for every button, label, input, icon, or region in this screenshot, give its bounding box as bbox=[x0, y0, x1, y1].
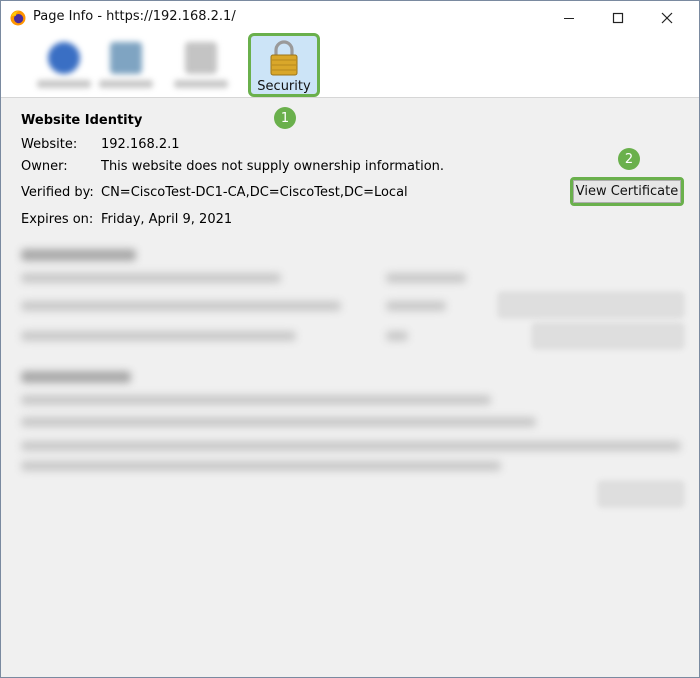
view-certificate-label: View Certificate bbox=[573, 180, 681, 203]
tab-general[interactable] bbox=[29, 36, 99, 98]
callout-badge-2: 2 bbox=[618, 148, 640, 170]
technical-details-heading bbox=[21, 371, 131, 383]
technical-details-line bbox=[21, 417, 536, 427]
tab-permissions[interactable] bbox=[166, 36, 236, 98]
general-icon bbox=[48, 42, 80, 74]
window-title: Page Info - https://192.168.2.1/ bbox=[33, 9, 236, 24]
title-bar[interactable]: Page Info - https://192.168.2.1/ bbox=[1, 1, 699, 34]
view-certificate-button[interactable]: View Certificate bbox=[570, 177, 684, 206]
verified-by-value: CN=CiscoTest-DC1-CA,DC=CiscoTest,DC=Loca… bbox=[101, 185, 408, 200]
minimize-button[interactable] bbox=[546, 1, 592, 34]
page-info-toolbar bbox=[1, 34, 699, 98]
technical-details-line bbox=[21, 395, 491, 405]
privacy-history-heading bbox=[21, 249, 136, 261]
clear-cookies-button[interactable] bbox=[498, 292, 684, 318]
tab-security[interactable]: Security bbox=[248, 33, 320, 97]
page-info-window: Page Info - https://192.168.2.1/ Securit… bbox=[0, 0, 700, 678]
help-button[interactable] bbox=[598, 481, 684, 507]
privacy-row-value bbox=[386, 301, 446, 311]
callout-badge-1: 1 bbox=[274, 107, 296, 129]
owner-value: This website does not supply ownership i… bbox=[101, 159, 445, 174]
expires-on-value: Friday, April 9, 2021 bbox=[101, 212, 233, 227]
tab-media-label bbox=[99, 80, 153, 88]
website-value: 192.168.2.1 bbox=[101, 137, 180, 152]
website-identity-heading: Website Identity bbox=[21, 113, 143, 128]
tab-general-label bbox=[37, 80, 91, 88]
owner-label: Owner: bbox=[21, 159, 68, 174]
tab-security-label: Security bbox=[257, 79, 311, 94]
tab-permissions-label bbox=[174, 80, 228, 88]
media-icon bbox=[110, 42, 142, 74]
privacy-row-value bbox=[386, 331, 408, 341]
close-button[interactable] bbox=[644, 1, 690, 34]
website-label: Website: bbox=[21, 137, 78, 152]
expires-on-label: Expires on: bbox=[21, 212, 94, 227]
privacy-row-value bbox=[386, 273, 466, 283]
technical-details-line bbox=[21, 441, 681, 451]
privacy-row-text bbox=[21, 301, 341, 311]
firefox-icon bbox=[10, 10, 26, 26]
verified-by-label: Verified by: bbox=[21, 185, 94, 200]
tab-media[interactable] bbox=[91, 36, 161, 98]
minimize-icon bbox=[564, 17, 574, 19]
maximize-button[interactable] bbox=[595, 1, 641, 34]
close-icon bbox=[661, 12, 673, 23]
view-saved-passwords-button[interactable] bbox=[532, 323, 684, 349]
privacy-row-text bbox=[21, 331, 296, 341]
privacy-row-text bbox=[21, 273, 281, 283]
permissions-icon bbox=[185, 42, 217, 74]
maximize-icon bbox=[612, 12, 624, 23]
technical-details-line bbox=[21, 461, 501, 471]
padlock-icon bbox=[270, 40, 298, 76]
